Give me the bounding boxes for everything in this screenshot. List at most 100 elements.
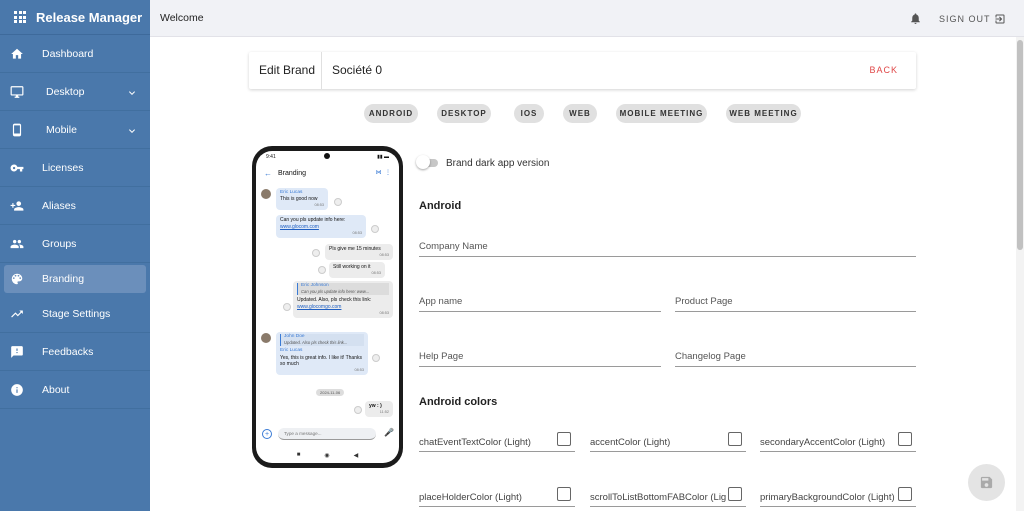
avatar (261, 189, 271, 199)
message-time: 08:53 (352, 230, 362, 235)
sidebar-item-dashboard[interactable]: Dashboard (0, 35, 150, 73)
key-icon (10, 161, 24, 175)
apps-grid-icon[interactable] (14, 11, 26, 23)
phone-status-time: 9:41 (266, 154, 276, 160)
message-quote: Eric Johnson Can you pls update info her… (297, 283, 389, 296)
color-checkbox[interactable] (898, 487, 912, 501)
top-bar: Welcome SIGN OUT (150, 0, 1024, 37)
sidebar-item-licenses[interactable]: Licenses (0, 149, 150, 187)
tab-android[interactable]: ANDROID (364, 104, 418, 123)
company-name-field[interactable]: Company Name (419, 237, 916, 257)
product-page-field[interactable]: Product Page (675, 292, 916, 312)
camera-icon (324, 153, 330, 159)
color-checkbox[interactable] (557, 487, 571, 501)
back-triangle-icon: ◀ (353, 452, 359, 459)
tab-ios[interactable]: IOS (514, 104, 544, 123)
phone-nav-bar: ■ ◉ ◀ (256, 449, 399, 461)
sidebar-item-label: About (42, 383, 70, 396)
welcome-text: Welcome (160, 12, 204, 24)
sidebar-item-desktop[interactable]: Desktop (0, 73, 150, 111)
color-field-secondary-accent[interactable]: secondaryAccentColor (Light) (760, 432, 916, 452)
save-icon (980, 476, 993, 489)
sidebar-item-aliases[interactable]: Aliases (0, 187, 150, 225)
color-field-accent[interactable]: accentColor (Light) (590, 432, 746, 452)
phone-icon (10, 123, 24, 137)
sign-out-button[interactable]: SIGN OUT (939, 13, 1006, 25)
message-composer: + Type a message... 🎤 (260, 426, 395, 442)
sidebar: Release Manager Dashboard Desktop Mobile… (0, 0, 150, 511)
signal-battery-icon: ▮▮ ▬ (377, 154, 389, 160)
back-button[interactable]: BACK (869, 65, 898, 75)
person-add-icon (10, 199, 24, 213)
chevron-down-icon[interactable] (126, 124, 138, 136)
help-page-field[interactable]: Help Page (419, 347, 661, 367)
sidebar-item-mobile[interactable]: Mobile (0, 111, 150, 149)
message-text: Pls give me 15 minutes (329, 246, 381, 252)
message-text: Yes, this is great info. I like it! Than… (280, 354, 362, 368)
toggle-knob (416, 155, 430, 169)
message-bubble: Still working on it 08:53 (329, 262, 385, 278)
message-time: 08:53 (379, 252, 389, 257)
sidebar-item-feedbacks[interactable]: Feedbacks (0, 333, 150, 371)
sidebar-header: Release Manager (0, 0, 150, 35)
feedback-icon (10, 345, 24, 359)
tab-web[interactable]: WEB (563, 104, 597, 123)
sidebar-item-about[interactable]: About (0, 371, 150, 409)
group-icon (10, 237, 24, 251)
message-text: Still working on it (333, 264, 371, 270)
sidebar-item-groups[interactable]: Groups (0, 225, 150, 263)
color-field-label: primaryBackgroundColor (Light) (760, 492, 895, 503)
save-button[interactable] (968, 464, 1005, 501)
field-label: Company Name (419, 241, 488, 252)
color-checkbox[interactable] (728, 432, 742, 446)
bell-icon[interactable] (909, 12, 922, 25)
recents-icon: ■ (296, 452, 301, 458)
message-text: Can you pls update info here: (280, 217, 346, 223)
sidebar-item-label: Stage Settings (42, 307, 111, 320)
phone-screen: 9:41 ▮▮ ▬ ← Branding ⋈ ⋮ Eric Lucas This… (256, 151, 399, 463)
sidebar-item-label: Desktop (46, 85, 85, 98)
sidebar-item-label: Branding (42, 273, 85, 285)
color-field-scroll-fab[interactable]: scrollToListBottomFABColor (Light) (590, 487, 746, 507)
android-section-title: Android (419, 200, 462, 212)
color-checkbox[interactable] (557, 432, 571, 446)
phone-preview: 9:41 ▮▮ ▬ ← Branding ⋈ ⋮ Eric Lucas This… (252, 146, 403, 468)
avatar (261, 333, 271, 343)
scrollbar-thumb[interactable] (1017, 40, 1023, 250)
color-checkbox[interactable] (728, 487, 742, 501)
quote-text: Updated. Also pls check this link... (284, 340, 348, 346)
tab-mobile-meeting[interactable]: MOBILE MEETING (616, 104, 707, 123)
message-link: www.glocomgo.com (297, 303, 342, 310)
message-input: Type a message... (278, 428, 376, 440)
message-bubble: Can you pls update info here: www.glocom… (276, 215, 366, 238)
quote-text: Can you pls update info here: www... (301, 289, 370, 295)
chevron-down-icon[interactable] (126, 86, 138, 98)
message-time: 08:53 (314, 203, 324, 208)
message-text: Updated. Also, pls check this link: (297, 297, 372, 304)
reaction-icon (354, 406, 362, 414)
message-text: yw : ) (369, 403, 382, 409)
sidebar-item-branding[interactable]: Branding (4, 265, 146, 293)
sign-out-label: SIGN OUT (939, 14, 991, 24)
color-field-chat-event-text[interactable]: chatEventTextColor (Light) (419, 432, 575, 452)
message-time: 08:53 (379, 310, 389, 315)
chat-title: Branding (278, 170, 307, 177)
reaction-icon (334, 198, 342, 206)
field-label: Changelog Page (675, 351, 746, 362)
tab-desktop[interactable]: DESKTOP (437, 104, 491, 123)
sidebar-item-label: Dashboard (42, 47, 94, 60)
color-field-placeholder[interactable]: placeHolderColor (Light) (419, 487, 575, 507)
sidebar-item-stage-settings[interactable]: Stage Settings (0, 295, 150, 333)
scrollbar[interactable] (1016, 37, 1024, 511)
color-checkbox[interactable] (898, 432, 912, 446)
field-label: Product Page (675, 296, 733, 307)
color-field-primary-background[interactable]: primaryBackgroundColor (Light) (760, 487, 916, 507)
divider (321, 52, 322, 89)
tab-web-meeting[interactable]: WEB MEETING (726, 104, 801, 123)
changelog-page-field[interactable]: Changelog Page (675, 347, 916, 367)
app-name-field[interactable]: App name (419, 292, 661, 312)
palette-icon (10, 272, 24, 286)
dark-version-toggle[interactable] (416, 155, 438, 169)
reaction-icon (312, 249, 320, 257)
android-colors-section-title: Android colors (419, 396, 498, 408)
